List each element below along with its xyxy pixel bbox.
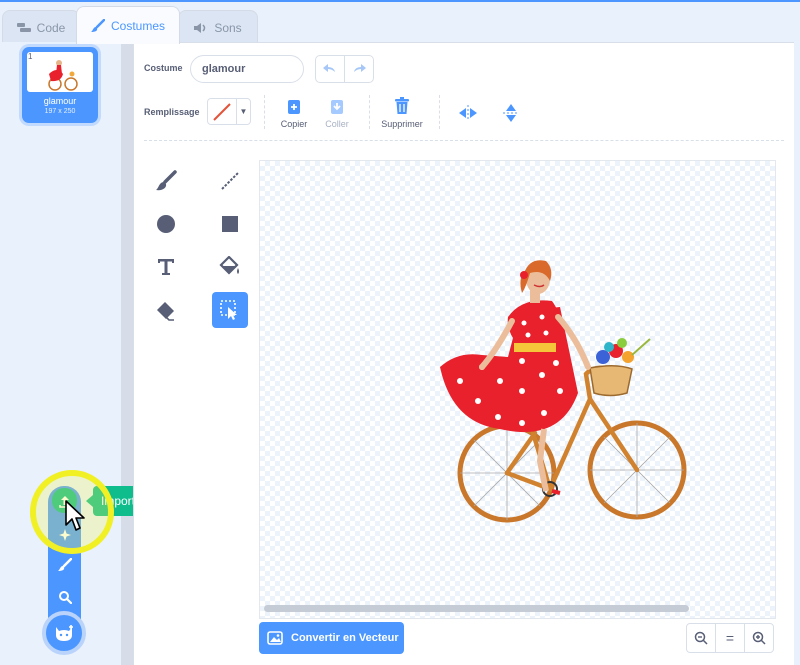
flip-horizontal-icon xyxy=(459,105,477,121)
tool-select[interactable] xyxy=(212,292,248,328)
tab-code-label: Code xyxy=(36,20,66,35)
costume-name-label: Costume xyxy=(144,63,183,73)
line-icon xyxy=(221,172,239,190)
paste-label: Coller xyxy=(325,119,349,129)
tool-circle[interactable] xyxy=(148,206,184,242)
choose-costume-button[interactable] xyxy=(52,584,77,609)
search-icon xyxy=(58,590,72,604)
fill-swatch xyxy=(208,99,237,124)
top-strip xyxy=(0,0,800,2)
circle-icon xyxy=(157,215,175,233)
flip-vertical-icon xyxy=(503,104,519,122)
speaker-icon xyxy=(194,22,206,33)
image-icon xyxy=(267,631,283,645)
paste-button[interactable]: Coller xyxy=(309,95,365,131)
paint-editor: Costume glamour Remplissage ▼ Copier Col… xyxy=(133,42,794,665)
fill-bucket-icon xyxy=(219,256,239,275)
trash-icon xyxy=(395,97,409,114)
zoom-out-button[interactable] xyxy=(687,624,716,652)
costume-name-field[interactable]: glamour xyxy=(190,55,304,83)
tool-rectangle[interactable] xyxy=(212,206,248,242)
zoom-controls: = xyxy=(686,623,774,653)
zoom-reset-button[interactable]: = xyxy=(716,624,745,652)
costume-image xyxy=(440,260,687,523)
drawing-canvas[interactable] xyxy=(259,160,776,619)
tab-costumes[interactable]: Costumes xyxy=(76,6,180,44)
costume-number: 1 xyxy=(28,52,33,61)
redo-icon xyxy=(354,64,366,72)
tool-fill[interactable] xyxy=(212,249,248,285)
zoom-out-icon xyxy=(694,631,708,645)
tab-costumes-label: Costumes xyxy=(110,18,166,33)
undo-button[interactable] xyxy=(316,56,345,82)
costume-thumbnail xyxy=(27,52,93,92)
costume-size: 197 x 250 xyxy=(44,108,76,115)
delete-label: Supprimer xyxy=(381,119,423,129)
zoom-in-button[interactable] xyxy=(745,624,773,652)
canvas-horizontal-scrollbar[interactable] xyxy=(264,605,689,612)
tool-eraser[interactable] xyxy=(148,292,184,328)
tab-sons-label: Sons xyxy=(214,20,242,35)
divider xyxy=(264,95,265,129)
brush-icon xyxy=(90,18,105,32)
undo-icon xyxy=(323,64,335,72)
tool-line[interactable] xyxy=(212,163,248,199)
brush-icon xyxy=(156,170,177,191)
tab-code[interactable]: Code xyxy=(2,10,80,44)
tool-text[interactable] xyxy=(148,249,184,285)
fill-label: Remplissage xyxy=(144,107,200,117)
tool-brush[interactable] xyxy=(148,163,184,199)
editor-tabs: Code Costumes Sons xyxy=(0,6,800,44)
select-icon xyxy=(220,300,237,320)
paint-costume-button[interactable] xyxy=(52,552,77,577)
convert-to-vector-button[interactable]: Convertir en Vecteur xyxy=(259,622,404,654)
fill-color-picker[interactable]: ▼ xyxy=(207,98,251,125)
code-icon xyxy=(16,22,31,32)
zoom-in-icon xyxy=(752,631,766,645)
text-icon xyxy=(158,259,174,275)
chevron-down-icon: ▼ xyxy=(239,107,248,116)
flip-vertical-button[interactable] xyxy=(500,102,522,124)
add-costume-button[interactable] xyxy=(42,611,86,655)
costume-list-scrollbar[interactable] xyxy=(121,42,133,665)
toolbar-divider xyxy=(144,140,784,141)
undo-redo-group xyxy=(315,55,374,83)
mouse-cursor-icon xyxy=(65,500,85,531)
divider xyxy=(369,95,370,129)
convert-to-vector-label: Convertir en Vecteur xyxy=(291,632,399,644)
flip-horizontal-button[interactable] xyxy=(457,102,479,124)
rectangle-icon xyxy=(222,216,238,232)
paste-icon xyxy=(331,100,343,114)
delete-button[interactable]: Supprimer xyxy=(374,95,430,131)
cat-icon xyxy=(56,625,73,641)
tab-sons[interactable]: Sons xyxy=(178,10,258,44)
eraser-icon xyxy=(157,302,174,321)
redo-button[interactable] xyxy=(345,56,373,82)
copy-icon xyxy=(288,100,300,114)
divider xyxy=(439,95,440,129)
paint-icon xyxy=(57,557,72,571)
costume-tile[interactable]: 1 glamour 197 x 250 xyxy=(22,47,98,123)
costume-name: glamour xyxy=(43,96,77,106)
